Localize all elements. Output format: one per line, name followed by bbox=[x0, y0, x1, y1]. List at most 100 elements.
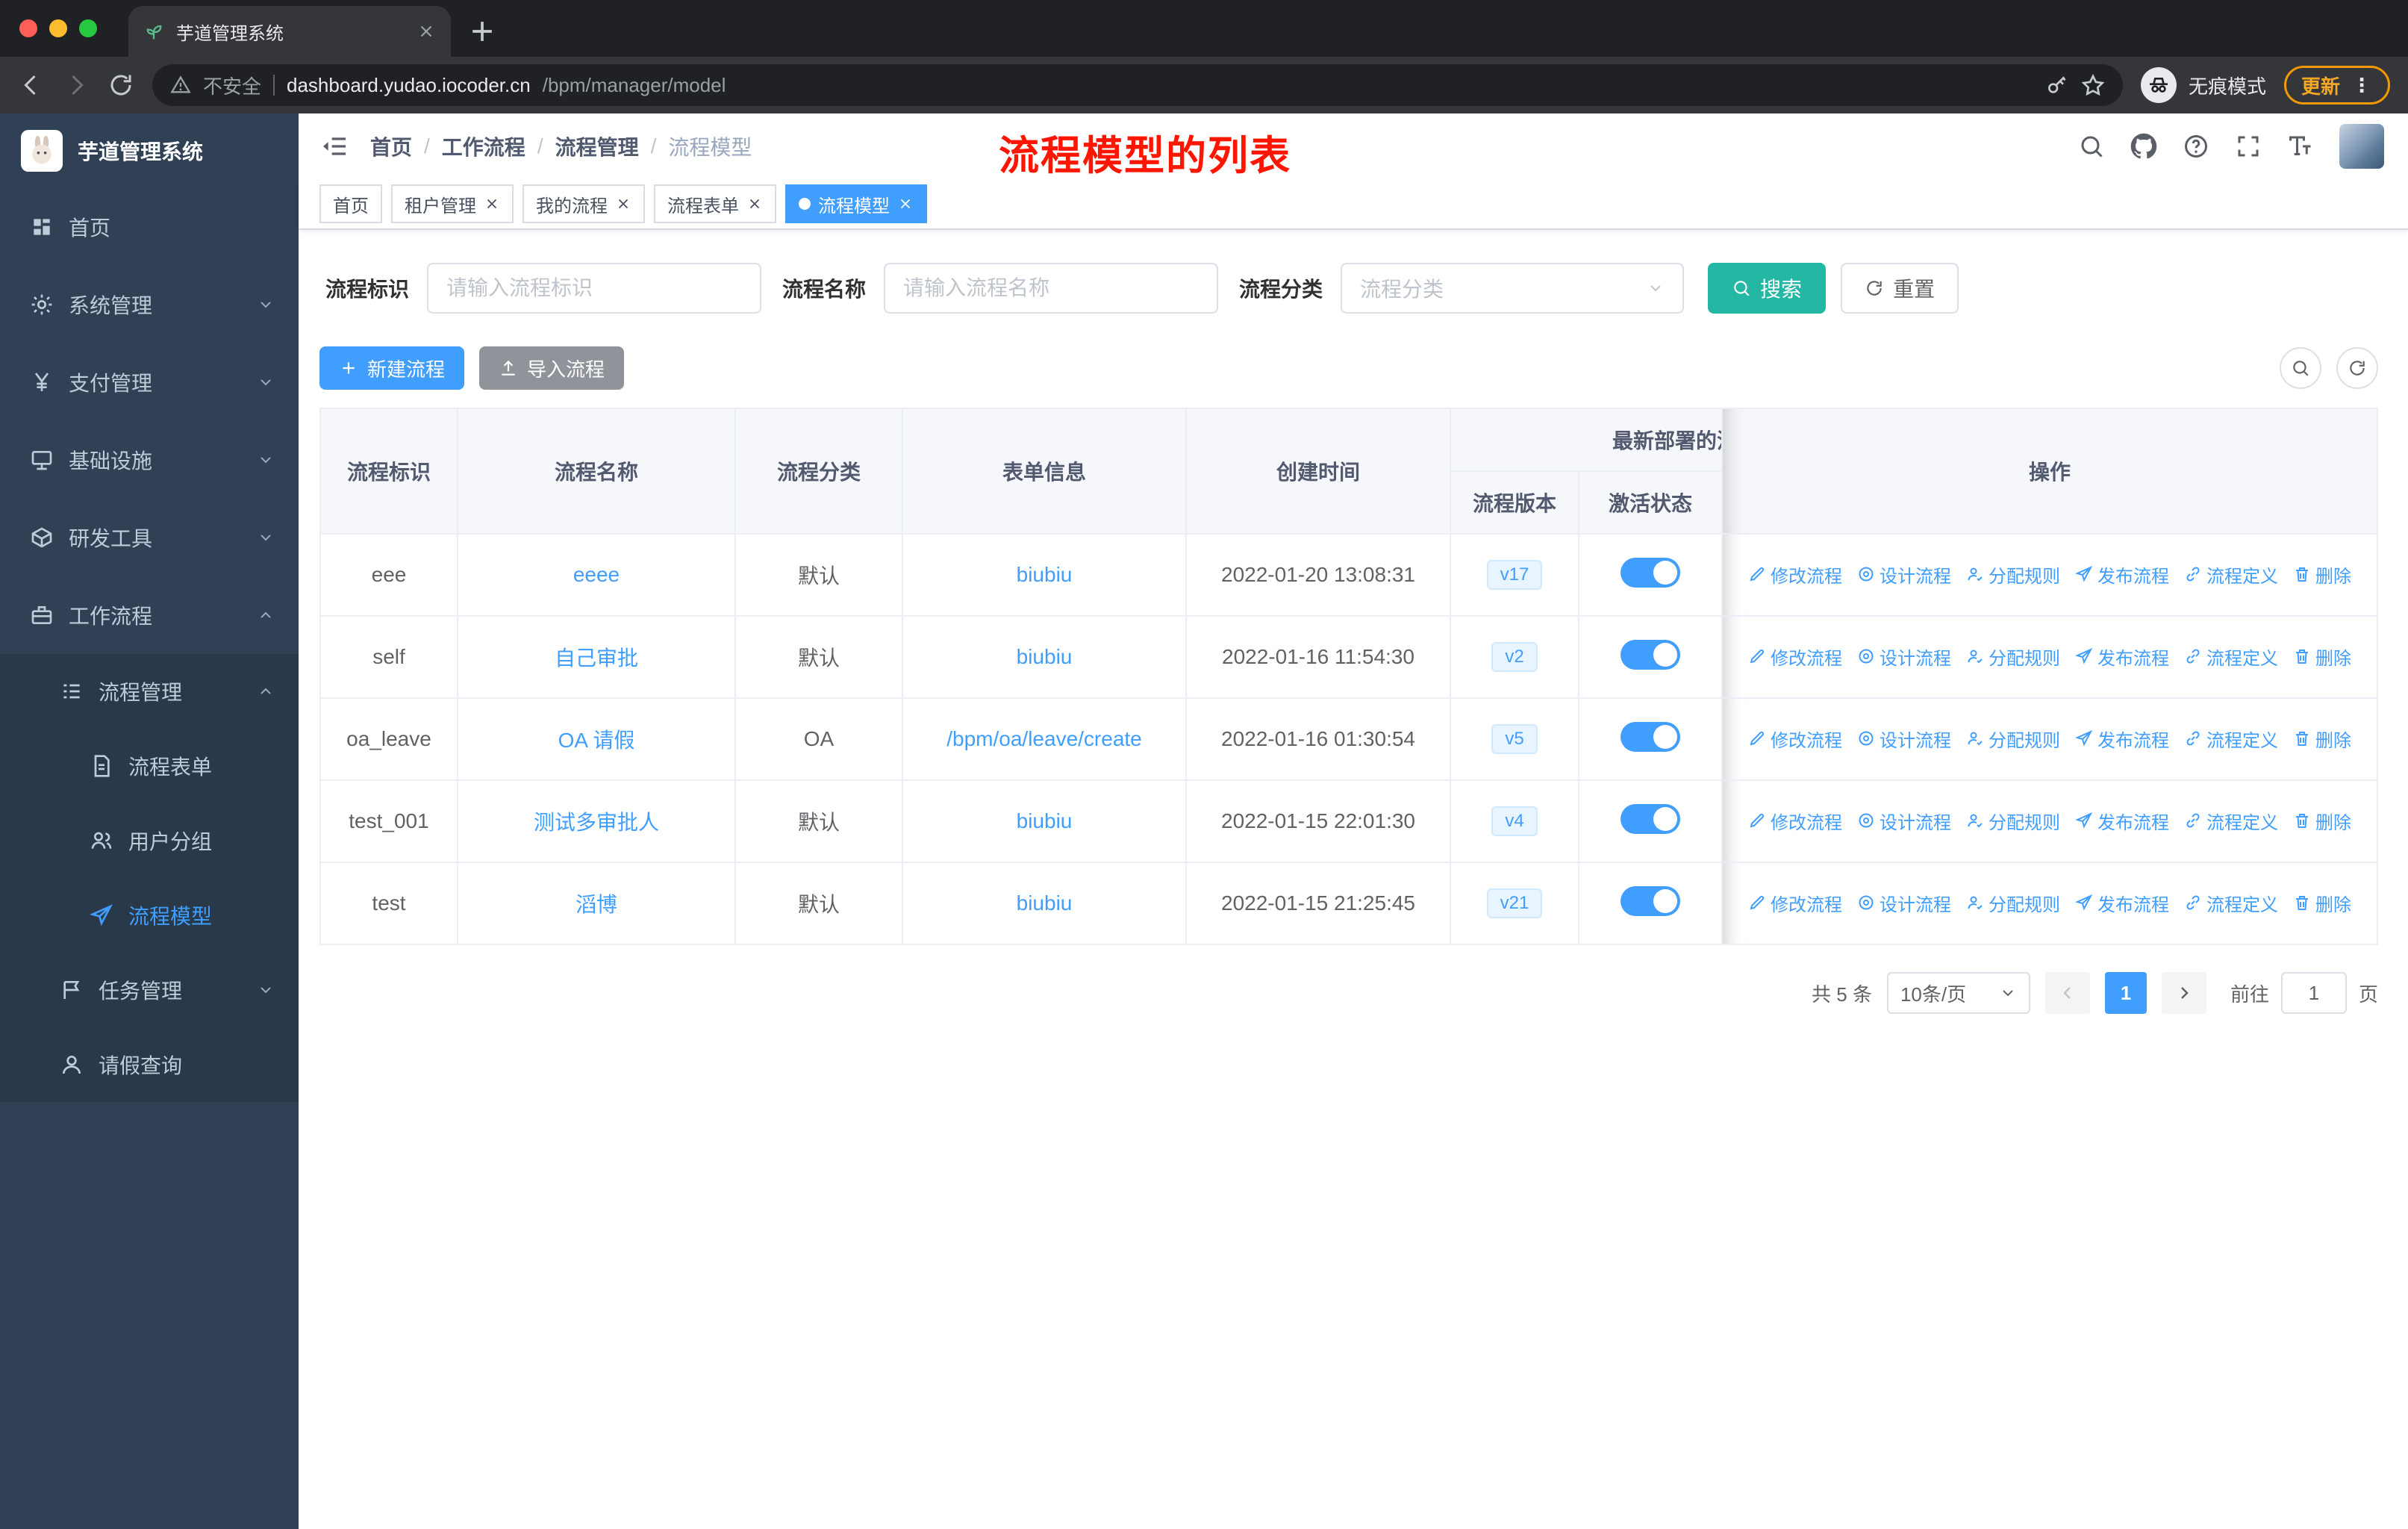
row-action-assign-rule[interactable]: 分配规则 bbox=[1966, 808, 2060, 834]
row-action-design[interactable]: 设计流程 bbox=[1857, 808, 1951, 834]
process-name-link[interactable]: OA 请假 bbox=[558, 729, 635, 752]
browser-update-button[interactable]: 更新 ⋮ bbox=[2283, 66, 2390, 105]
row-action-definition[interactable]: 流程定义 bbox=[2184, 644, 2278, 670]
row-action-design[interactable]: 设计流程 bbox=[1857, 644, 1951, 670]
close-icon[interactable] bbox=[417, 22, 436, 41]
row-action-assign-rule[interactable]: 分配规则 bbox=[1966, 561, 2060, 588]
row-action-modify[interactable]: 修改流程 bbox=[1748, 890, 1842, 916]
view-tag-2[interactable]: 我的流程 bbox=[523, 184, 645, 223]
row-action-modify[interactable]: 修改流程 bbox=[1748, 726, 1842, 752]
row-action-modify[interactable]: 修改流程 bbox=[1748, 561, 1842, 588]
browser-tab[interactable]: 芋道管理系统 bbox=[128, 6, 451, 57]
row-action-deploy[interactable]: 发布流程 bbox=[2075, 808, 2169, 834]
search-button[interactable]: 搜索 bbox=[1708, 263, 1827, 314]
sidebar-fold-icon[interactable] bbox=[319, 131, 349, 161]
close-icon[interactable] bbox=[746, 196, 763, 212]
row-action-assign-rule[interactable]: 分配规则 bbox=[1966, 726, 2060, 752]
key-icon[interactable] bbox=[2045, 73, 2069, 97]
row-action-design[interactable]: 设计流程 bbox=[1857, 890, 1951, 916]
page-number-button[interactable]: 1 bbox=[2104, 972, 2147, 1014]
sidebar-item-dev-tools[interactable]: 研发工具 bbox=[0, 499, 299, 576]
category-select[interactable]: 流程分类 bbox=[1341, 263, 1685, 314]
close-icon[interactable] bbox=[897, 196, 914, 212]
prev-page-button[interactable] bbox=[2044, 972, 2090, 1014]
active-toggle[interactable] bbox=[1621, 885, 1680, 916]
sidebar-item-task-manage[interactable]: 任务管理 bbox=[0, 953, 299, 1027]
active-toggle[interactable] bbox=[1621, 803, 1680, 834]
form-info-link[interactable]: biubiu bbox=[1017, 563, 1073, 586]
row-action-modify[interactable]: 修改流程 bbox=[1748, 808, 1842, 834]
process-name-link[interactable]: 滔博 bbox=[576, 893, 617, 916]
create-process-button[interactable]: 新建流程 bbox=[319, 346, 465, 390]
import-process-button[interactable]: 导入流程 bbox=[479, 346, 625, 390]
breadcrumb-item[interactable]: 流程管理 bbox=[555, 131, 639, 161]
not-secure-icon[interactable] bbox=[170, 75, 191, 96]
active-toggle[interactable] bbox=[1621, 557, 1680, 588]
row-action-deploy[interactable]: 发布流程 bbox=[2075, 890, 2169, 916]
row-action-delete[interactable]: 删除 bbox=[2293, 726, 2351, 752]
row-action-modify[interactable]: 修改流程 bbox=[1748, 644, 1842, 670]
page-size-select[interactable]: 10条/页 bbox=[1886, 972, 2030, 1014]
view-tag-4[interactable]: 流程模型 bbox=[785, 184, 927, 223]
goto-page-input[interactable] bbox=[2280, 972, 2347, 1014]
process-key-input[interactable] bbox=[427, 263, 762, 314]
row-action-assign-rule[interactable]: 分配规则 bbox=[1966, 890, 2060, 916]
row-action-delete[interactable]: 删除 bbox=[2293, 890, 2351, 916]
row-action-definition[interactable]: 流程定义 bbox=[2184, 890, 2278, 916]
row-action-definition[interactable]: 流程定义 bbox=[2184, 561, 2278, 588]
row-action-deploy[interactable]: 发布流程 bbox=[2075, 561, 2169, 588]
sidebar-item-user-group[interactable]: 用户分组 bbox=[0, 803, 299, 878]
form-info-link[interactable]: biubiu bbox=[1017, 809, 1073, 832]
breadcrumb-item[interactable]: 工作流程 bbox=[442, 131, 525, 161]
address-bar[interactable]: 不安全 dashboard.yudao.iocoder.cn /bpm/mana… bbox=[152, 64, 2123, 106]
active-toggle[interactable] bbox=[1621, 721, 1680, 752]
fullscreen-icon[interactable] bbox=[2235, 133, 2262, 160]
sidebar-item-process-form[interactable]: 流程表单 bbox=[0, 729, 299, 803]
row-action-deploy[interactable]: 发布流程 bbox=[2075, 644, 2169, 670]
reload-icon[interactable] bbox=[107, 72, 134, 99]
browser-menu-icon[interactable]: ⋮ bbox=[2352, 74, 2373, 97]
row-action-design[interactable]: 设计流程 bbox=[1857, 561, 1951, 588]
back-icon[interactable] bbox=[18, 72, 45, 99]
row-action-design[interactable]: 设计流程 bbox=[1857, 726, 1951, 752]
active-toggle[interactable] bbox=[1621, 639, 1680, 670]
forward-icon[interactable] bbox=[63, 72, 90, 99]
sidebar-item-leave-query[interactable]: 请假查询 bbox=[0, 1027, 299, 1102]
close-icon[interactable] bbox=[615, 196, 631, 212]
search-icon[interactable] bbox=[2078, 133, 2105, 160]
sidebar-item-system[interactable]: 系统管理 bbox=[0, 266, 299, 343]
view-tag-1[interactable]: 租户管理 bbox=[391, 184, 514, 223]
maximize-window-button[interactable] bbox=[79, 19, 97, 37]
toggle-search-button[interactable] bbox=[2280, 347, 2321, 389]
row-action-assign-rule[interactable]: 分配规则 bbox=[1966, 644, 2060, 670]
close-icon[interactable] bbox=[484, 196, 500, 212]
close-window-button[interactable] bbox=[19, 19, 37, 37]
form-info-link[interactable]: biubiu bbox=[1017, 891, 1073, 915]
sidebar-item-infrastructure[interactable]: 基础设施 bbox=[0, 421, 299, 499]
refresh-table-button[interactable] bbox=[2336, 347, 2378, 389]
form-info-link[interactable]: /bpm/oa/leave/create bbox=[946, 727, 1142, 750]
bookmark-star-icon[interactable] bbox=[2081, 73, 2105, 97]
user-avatar[interactable] bbox=[2339, 124, 2384, 169]
new-tab-button[interactable] bbox=[466, 15, 499, 48]
process-name-link[interactable]: 测试多审批人 bbox=[534, 811, 659, 834]
form-info-link[interactable]: biubiu bbox=[1017, 645, 1073, 668]
font-size-icon[interactable] bbox=[2287, 133, 2314, 160]
sidebar-item-payment[interactable]: 支付管理 bbox=[0, 343, 299, 421]
row-action-definition[interactable]: 流程定义 bbox=[2184, 808, 2278, 834]
github-icon[interactable] bbox=[2130, 133, 2157, 160]
row-action-deploy[interactable]: 发布流程 bbox=[2075, 726, 2169, 752]
help-icon[interactable] bbox=[2183, 133, 2209, 160]
row-action-delete[interactable]: 删除 bbox=[2293, 561, 2351, 588]
view-tag-3[interactable]: 流程表单 bbox=[654, 184, 776, 223]
process-name-link[interactable]: eeee bbox=[573, 563, 620, 586]
row-action-delete[interactable]: 删除 bbox=[2293, 644, 2351, 670]
row-action-delete[interactable]: 删除 bbox=[2293, 808, 2351, 834]
row-action-definition[interactable]: 流程定义 bbox=[2184, 726, 2278, 752]
sidebar-item-process-manage[interactable]: 流程管理 bbox=[0, 654, 299, 729]
sidebar-item-workflow[interactable]: 工作流程 bbox=[0, 576, 299, 654]
process-name-input[interactable] bbox=[884, 263, 1219, 314]
view-tag-0[interactable]: 首页 bbox=[319, 184, 382, 223]
minimize-window-button[interactable] bbox=[49, 19, 67, 37]
reset-button[interactable]: 重置 bbox=[1841, 263, 1959, 314]
